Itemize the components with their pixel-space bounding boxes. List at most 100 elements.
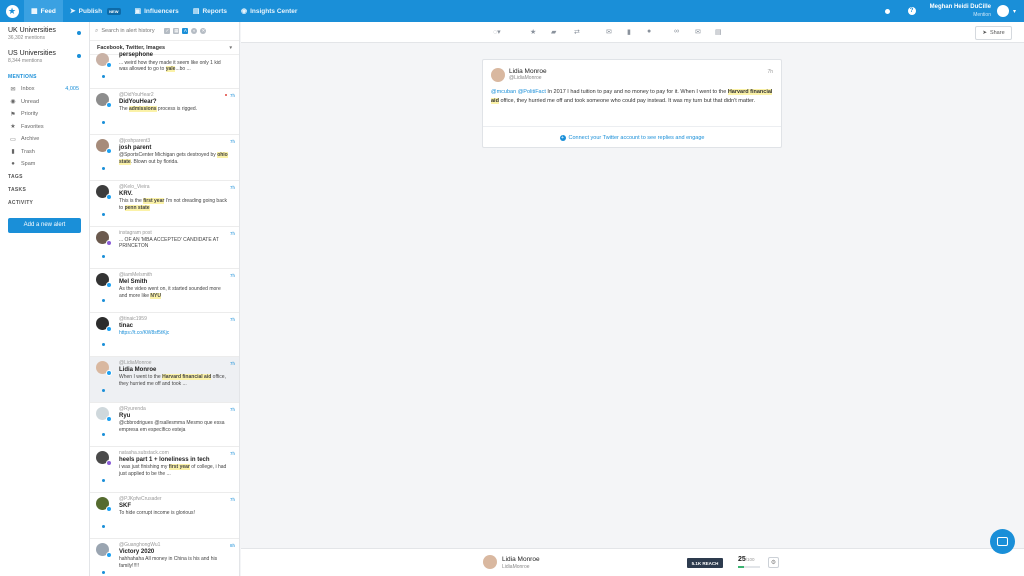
connect-twitter-link[interactable]: + Connect your Twitter account to see re…: [483, 126, 781, 148]
snippet-text: The: [119, 106, 130, 113]
list-item[interactable]: @Kelo_Vieira KRV. This is the first year I…: [90, 181, 239, 227]
share-label: Share: [989, 30, 1005, 36]
chevron-down-icon[interactable]: ▾: [1013, 8, 1016, 15]
mention-link[interactable]: @PolitiFact: [518, 89, 546, 95]
mention-link[interactable]: @mcuban: [491, 89, 516, 95]
add-alert-button[interactable]: Add a new alert: [8, 217, 81, 233]
list-item[interactable]: @tinaic1959 tinac https://t.co/KW8sf5tKjc 7…: [90, 313, 239, 357]
sidebar-item-inbox[interactable]: ✉ Inbox 4,005: [0, 83, 89, 96]
tag-icon[interactable]: ▰: [551, 28, 556, 36]
list-item[interactable]: natasha.substack.com heels part 1 + lonel…: [90, 447, 239, 493]
instagram-icon: [106, 240, 112, 246]
keyword-highlight: first year: [168, 464, 190, 471]
alert-us-universities[interactable]: US Universities 8,344 mentions: [0, 45, 89, 68]
author-name[interactable]: Lidia Monroe: [502, 556, 540, 563]
author-name[interactable]: Lidia Monroe: [509, 68, 547, 75]
unread-dot: [102, 299, 105, 302]
keyword-highlight: first year: [143, 198, 165, 205]
snippet-text: To hide corrupt income is glorious!: [119, 510, 195, 517]
sidebar-item-priority[interactable]: ⚑ Priority: [0, 108, 89, 121]
list-item[interactable]: @LidiaMonroe Lidia Monroe When I went to t…: [90, 357, 239, 403]
unread-dot: [102, 75, 105, 78]
snippet-text: As the video went on, it started sounded…: [119, 286, 221, 299]
avatar[interactable]: [483, 555, 497, 569]
text-part: office, they hurried me off and took som…: [498, 97, 756, 104]
mention-body: @DidYouHear2 DidYouHear? The admissions pr…: [119, 92, 229, 113]
unread-dot: [102, 389, 105, 392]
clear-filter-icon[interactable]: ✕: [200, 28, 207, 34]
filter-check-icon[interactable]: ✓: [164, 28, 171, 34]
author-handle: LidiaMonroe: [502, 564, 530, 570]
list-item[interactable]: instagram post... OF AN 'MBA ACCEPTED' C…: [90, 227, 239, 269]
user-menu[interactable]: Meghan Heidi DuCille Mention: [930, 4, 991, 17]
sentiment-icon[interactable]: ◌▾: [493, 28, 501, 36]
filter-sentiment-icon[interactable]: ◐: [191, 28, 198, 34]
activity-section[interactable]: ACTIVITY: [0, 197, 89, 210]
mention-body: instagram post... OF AN 'MBA ACCEPTED' C…: [119, 230, 229, 250]
logo[interactable]: ★: [0, 0, 24, 22]
list-item[interactable]: @PJKpfwCrusader SKF To hide corrupt income…: [90, 493, 239, 539]
mention-text: @mcuban @PolitiFact In 2017 I had tuitio…: [491, 88, 775, 106]
share-icon: ➤: [982, 30, 987, 36]
assign-icon[interactable]: ⇄: [574, 28, 580, 36]
mention-link[interactable]: https://t.co/KW8sf5tKjc: [119, 330, 169, 336]
sidebar-item-spam[interactable]: ● Spam: [0, 158, 89, 171]
priority-icon: ⚑: [10, 111, 16, 118]
email-icon[interactable]: ✉: [695, 28, 701, 36]
sidebar-item-favorites[interactable]: ★ Favorites: [0, 121, 89, 134]
list-item[interactable]: @DidYouHear2 DidYouHear? The admissions pr…: [90, 89, 239, 135]
filter-language-icon[interactable]: A: [182, 28, 189, 34]
tasks-section[interactable]: TASKS: [0, 184, 89, 197]
alert-count: 8,344 mentions: [8, 58, 43, 64]
nav-insights[interactable]: ◉ Insights Center: [234, 0, 304, 22]
nav-influencers-label: Influencers: [144, 7, 179, 15]
avatar[interactable]: [996, 5, 1009, 17]
eye-icon: ◉: [10, 99, 16, 106]
nav-reports[interactable]: ▤ Reports: [186, 0, 234, 22]
mention-body: @iamMelsmith Mel Smith As the video went o…: [119, 272, 229, 299]
mention-author: SKF: [119, 502, 131, 509]
list-item[interactable]: @GuanghongWu1 Victory 2020 hahhahaha All m…: [90, 539, 239, 576]
nav-publish[interactable]: ➤ Publish NEW: [63, 0, 128, 22]
snippet-text: This is the: [119, 198, 144, 205]
trash-icon[interactable]: ▮: [627, 28, 631, 36]
link-icon[interactable]: ∞: [674, 28, 679, 35]
new-badge: NEW: [107, 7, 121, 15]
list-item[interactable]: @iamMelsmith Mel Smith As the video went o…: [90, 269, 239, 313]
nav-feed[interactable]: ▦ Feed: [24, 0, 63, 22]
list-item[interactable]: @joshparent3 josh parent @SportsCenter Mic…: [90, 135, 239, 181]
search-input[interactable]: [101, 28, 162, 34]
list-item[interactable]: persephone ... weird how they made it see…: [90, 49, 239, 89]
alert-uk-universities[interactable]: UK Universities 36,302 mentions: [0, 22, 89, 45]
help-icon[interactable]: ?: [907, 7, 916, 15]
chat-button[interactable]: [990, 529, 1015, 554]
timestamp: 7h: [229, 185, 235, 190]
mention-detail-card: Lidia Monroe @LidiaMonroe 7h @mcuban @Po…: [482, 59, 782, 148]
tags-section[interactable]: TAGS: [0, 171, 89, 184]
share-button[interactable]: ➤ Share: [975, 26, 1012, 40]
sidebar-item-label: Archive: [21, 136, 40, 143]
list-item[interactable]: @Ryurenda Ryu @cbbrodrigues @rsallesmma Me…: [90, 403, 239, 447]
mention-snippet: i was just finishing my first year of co…: [119, 464, 229, 477]
inbox-icon[interactable]: ✉: [606, 28, 612, 36]
mention-author: Lidia Monroe: [119, 366, 157, 373]
author-handle[interactable]: @LidiaMonroe: [509, 75, 542, 81]
keyword-highlight: NYU: [150, 292, 161, 299]
timestamp: 7h: [229, 361, 235, 366]
unread-dot: [102, 121, 105, 124]
snippet-text: ...bo ...: [175, 66, 191, 73]
sidebar-item-unread[interactable]: ◉ Unread: [0, 96, 89, 109]
settings-icon[interactable]: ⚙: [768, 557, 779, 568]
star-icon[interactable]: ★: [530, 28, 536, 36]
star-icon: ★: [10, 124, 16, 131]
nav-influencers[interactable]: ▣ Influencers: [128, 0, 186, 22]
snippet-text: When I went to the: [119, 374, 163, 381]
print-icon[interactable]: ▤: [715, 28, 722, 36]
score-bar: [738, 566, 760, 568]
sidebar-item-trash[interactable]: ▮ Trash: [0, 146, 89, 159]
filter-calendar-icon[interactable]: ▦: [173, 28, 180, 34]
sidebar-item-archive[interactable]: ▭ Archive: [0, 133, 89, 146]
block-icon[interactable]: ●: [647, 28, 651, 35]
notification-icon[interactable]: [884, 8, 890, 14]
avatar[interactable]: [491, 68, 505, 82]
